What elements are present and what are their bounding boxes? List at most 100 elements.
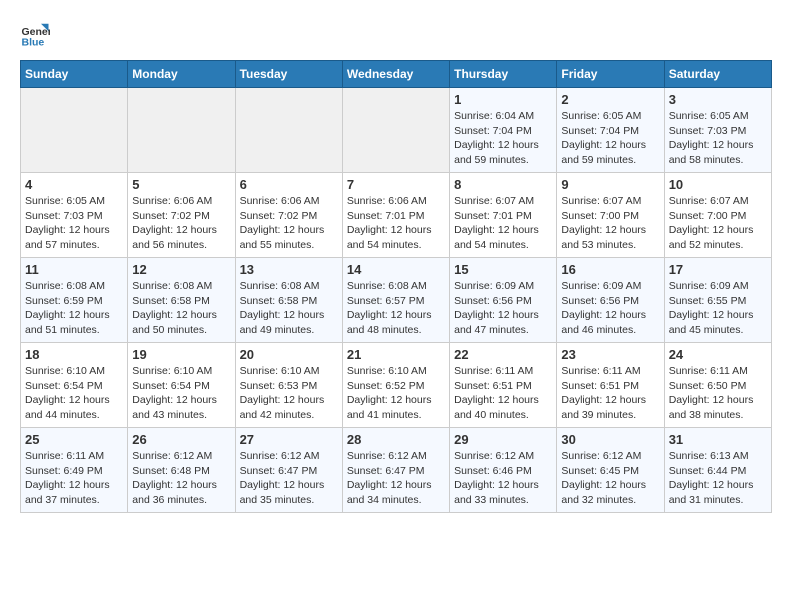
day-info: Sunrise: 6:05 AM Sunset: 7:03 PM Dayligh… [669,109,767,168]
calendar-cell: 3 Sunrise: 6:05 AM Sunset: 7:03 PM Dayli… [664,88,771,173]
day-info: Sunrise: 6:08 AM Sunset: 6:58 PM Dayligh… [132,279,230,338]
day-number: 2 [561,92,659,107]
day-number: 21 [347,347,445,362]
day-number: 17 [669,262,767,277]
day-number: 15 [454,262,552,277]
calendar-cell: 13 Sunrise: 6:08 AM Sunset: 6:58 PM Dayl… [235,258,342,343]
day-number: 10 [669,177,767,192]
calendar-cell: 28 Sunrise: 6:12 AM Sunset: 6:47 PM Dayl… [342,428,449,513]
day-number: 18 [25,347,123,362]
calendar-cell: 7 Sunrise: 6:06 AM Sunset: 7:01 PM Dayli… [342,173,449,258]
calendar-cell: 21 Sunrise: 6:10 AM Sunset: 6:52 PM Dayl… [342,343,449,428]
day-info: Sunrise: 6:12 AM Sunset: 6:47 PM Dayligh… [347,449,445,508]
day-info: Sunrise: 6:09 AM Sunset: 6:55 PM Dayligh… [669,279,767,338]
page-header: General Blue [20,20,772,50]
day-info: Sunrise: 6:06 AM Sunset: 7:02 PM Dayligh… [240,194,338,253]
calendar-cell: 12 Sunrise: 6:08 AM Sunset: 6:58 PM Dayl… [128,258,235,343]
calendar-cell: 15 Sunrise: 6:09 AM Sunset: 6:56 PM Dayl… [450,258,557,343]
calendar-cell: 24 Sunrise: 6:11 AM Sunset: 6:50 PM Dayl… [664,343,771,428]
calendar-cell: 25 Sunrise: 6:11 AM Sunset: 6:49 PM Dayl… [21,428,128,513]
day-number: 31 [669,432,767,447]
day-number: 4 [25,177,123,192]
day-info: Sunrise: 6:05 AM Sunset: 7:03 PM Dayligh… [25,194,123,253]
day-info: Sunrise: 6:04 AM Sunset: 7:04 PM Dayligh… [454,109,552,168]
calendar-week-5: 25 Sunrise: 6:11 AM Sunset: 6:49 PM Dayl… [21,428,772,513]
day-info: Sunrise: 6:11 AM Sunset: 6:51 PM Dayligh… [454,364,552,423]
day-header-thursday: Thursday [450,61,557,88]
logo-icon: General Blue [20,20,50,50]
day-info: Sunrise: 6:11 AM Sunset: 6:51 PM Dayligh… [561,364,659,423]
calendar-cell: 5 Sunrise: 6:06 AM Sunset: 7:02 PM Dayli… [128,173,235,258]
calendar-cell: 2 Sunrise: 6:05 AM Sunset: 7:04 PM Dayli… [557,88,664,173]
day-number: 20 [240,347,338,362]
calendar-table: SundayMondayTuesdayWednesdayThursdayFrid… [20,60,772,513]
day-info: Sunrise: 6:12 AM Sunset: 6:45 PM Dayligh… [561,449,659,508]
day-info: Sunrise: 6:07 AM Sunset: 7:00 PM Dayligh… [561,194,659,253]
day-number: 26 [132,432,230,447]
day-header-monday: Monday [128,61,235,88]
calendar-cell: 1 Sunrise: 6:04 AM Sunset: 7:04 PM Dayli… [450,88,557,173]
day-number: 9 [561,177,659,192]
day-info: Sunrise: 6:12 AM Sunset: 6:48 PM Dayligh… [132,449,230,508]
calendar-week-1: 1 Sunrise: 6:04 AM Sunset: 7:04 PM Dayli… [21,88,772,173]
calendar-cell: 31 Sunrise: 6:13 AM Sunset: 6:44 PM Dayl… [664,428,771,513]
svg-text:Blue: Blue [22,37,45,49]
day-info: Sunrise: 6:09 AM Sunset: 6:56 PM Dayligh… [454,279,552,338]
day-info: Sunrise: 6:10 AM Sunset: 6:52 PM Dayligh… [347,364,445,423]
calendar-cell: 22 Sunrise: 6:11 AM Sunset: 6:51 PM Dayl… [450,343,557,428]
calendar-cell: 27 Sunrise: 6:12 AM Sunset: 6:47 PM Dayl… [235,428,342,513]
day-info: Sunrise: 6:07 AM Sunset: 7:01 PM Dayligh… [454,194,552,253]
day-info: Sunrise: 6:10 AM Sunset: 6:54 PM Dayligh… [132,364,230,423]
day-info: Sunrise: 6:08 AM Sunset: 6:57 PM Dayligh… [347,279,445,338]
day-number: 1 [454,92,552,107]
calendar-body: 1 Sunrise: 6:04 AM Sunset: 7:04 PM Dayli… [21,88,772,513]
day-number: 28 [347,432,445,447]
day-number: 5 [132,177,230,192]
day-info: Sunrise: 6:05 AM Sunset: 7:04 PM Dayligh… [561,109,659,168]
calendar-cell: 23 Sunrise: 6:11 AM Sunset: 6:51 PM Dayl… [557,343,664,428]
calendar-cell: 29 Sunrise: 6:12 AM Sunset: 6:46 PM Dayl… [450,428,557,513]
calendar-cell: 8 Sunrise: 6:07 AM Sunset: 7:01 PM Dayli… [450,173,557,258]
day-number: 29 [454,432,552,447]
calendar-cell: 19 Sunrise: 6:10 AM Sunset: 6:54 PM Dayl… [128,343,235,428]
header-row: SundayMondayTuesdayWednesdayThursdayFrid… [21,61,772,88]
calendar-cell [21,88,128,173]
calendar-cell: 14 Sunrise: 6:08 AM Sunset: 6:57 PM Dayl… [342,258,449,343]
day-header-sunday: Sunday [21,61,128,88]
day-info: Sunrise: 6:12 AM Sunset: 6:47 PM Dayligh… [240,449,338,508]
day-number: 22 [454,347,552,362]
day-number: 6 [240,177,338,192]
day-number: 27 [240,432,338,447]
calendar-cell [235,88,342,173]
calendar-cell: 10 Sunrise: 6:07 AM Sunset: 7:00 PM Dayl… [664,173,771,258]
day-info: Sunrise: 6:06 AM Sunset: 7:02 PM Dayligh… [132,194,230,253]
day-number: 14 [347,262,445,277]
calendar-cell [128,88,235,173]
calendar-cell: 9 Sunrise: 6:07 AM Sunset: 7:00 PM Dayli… [557,173,664,258]
day-number: 25 [25,432,123,447]
day-header-wednesday: Wednesday [342,61,449,88]
day-number: 30 [561,432,659,447]
calendar-cell: 11 Sunrise: 6:08 AM Sunset: 6:59 PM Dayl… [21,258,128,343]
day-number: 19 [132,347,230,362]
calendar-cell: 20 Sunrise: 6:10 AM Sunset: 6:53 PM Dayl… [235,343,342,428]
calendar-cell: 16 Sunrise: 6:09 AM Sunset: 6:56 PM Dayl… [557,258,664,343]
day-number: 3 [669,92,767,107]
calendar-cell [342,88,449,173]
day-number: 11 [25,262,123,277]
day-number: 23 [561,347,659,362]
calendar-header: SundayMondayTuesdayWednesdayThursdayFrid… [21,61,772,88]
day-info: Sunrise: 6:06 AM Sunset: 7:01 PM Dayligh… [347,194,445,253]
day-number: 16 [561,262,659,277]
calendar-cell: 17 Sunrise: 6:09 AM Sunset: 6:55 PM Dayl… [664,258,771,343]
day-info: Sunrise: 6:08 AM Sunset: 6:58 PM Dayligh… [240,279,338,338]
day-info: Sunrise: 6:07 AM Sunset: 7:00 PM Dayligh… [669,194,767,253]
day-info: Sunrise: 6:08 AM Sunset: 6:59 PM Dayligh… [25,279,123,338]
calendar-week-3: 11 Sunrise: 6:08 AM Sunset: 6:59 PM Dayl… [21,258,772,343]
day-number: 7 [347,177,445,192]
day-number: 24 [669,347,767,362]
day-info: Sunrise: 6:11 AM Sunset: 6:49 PM Dayligh… [25,449,123,508]
day-number: 12 [132,262,230,277]
calendar-cell: 30 Sunrise: 6:12 AM Sunset: 6:45 PM Dayl… [557,428,664,513]
logo: General Blue [20,20,54,50]
